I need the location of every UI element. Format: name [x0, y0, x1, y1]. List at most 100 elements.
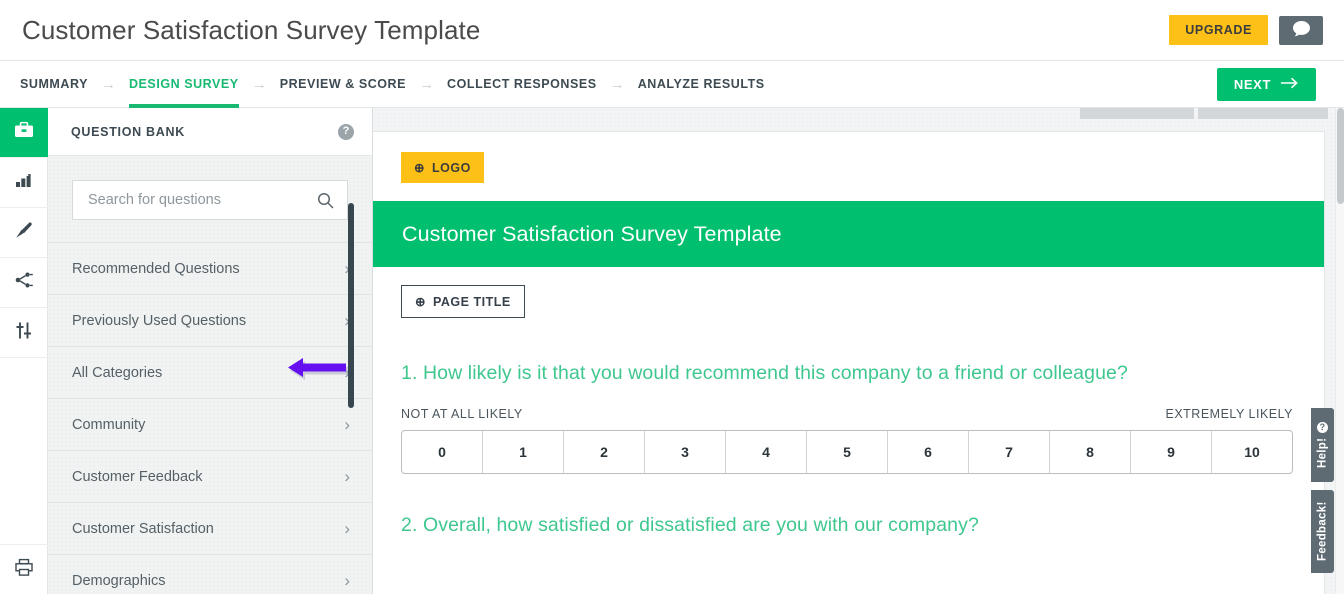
- scale-option-2[interactable]: 2: [564, 431, 645, 473]
- list-item-label: Demographics: [72, 572, 166, 589]
- rail-item-question-bank[interactable]: [0, 108, 48, 158]
- logo-row: ⊕ LOGO: [373, 132, 1324, 183]
- feedback-tab-label: Feedback!: [1316, 501, 1329, 562]
- toolbar-ghost-button: [1198, 108, 1328, 119]
- chevron-right-icon: ›: [344, 415, 350, 434]
- chevron-right-icon: ›: [344, 467, 350, 486]
- scale-option-4[interactable]: 4: [726, 431, 807, 473]
- add-page-title-button-label: PAGE TITLE: [432, 294, 511, 309]
- list-item-label: Community: [72, 416, 146, 433]
- scale-option-8[interactable]: 8: [1050, 431, 1131, 473]
- help-icon[interactable]: ?: [338, 123, 354, 140]
- question-1-text[interactable]: 1. How likely is it that you would recom…: [401, 362, 1324, 385]
- plus-circle-icon: ⊕: [415, 295, 426, 309]
- qbank-row-community[interactable]: Community ›: [48, 399, 372, 451]
- chat-button[interactable]: [1279, 15, 1323, 45]
- scale-option-9[interactable]: 9: [1131, 431, 1212, 473]
- question-bank-list: Recommended Questions › Previously Used …: [48, 242, 372, 594]
- question-2-text[interactable]: 2. Overall, how satisfied or dissatisfie…: [401, 514, 1324, 537]
- next-button[interactable]: NEXT: [1216, 67, 1316, 101]
- search-icon[interactable]: [317, 192, 334, 209]
- survey-sheet: ⊕ LOGO Customer Satisfaction Survey Temp…: [373, 131, 1325, 594]
- top-bar-actions: UPGRADE: [1169, 15, 1323, 45]
- help-tab-label: Help!: [1316, 437, 1329, 469]
- survey-canvas: ⊕ LOGO Customer Satisfaction Survey Temp…: [373, 108, 1344, 594]
- question-1-scale: NOT AT ALL LIKELY EXTREMELY LIKELY 0 1 2…: [401, 407, 1293, 474]
- scale-option-3[interactable]: 3: [645, 431, 726, 473]
- question-bank-title: QUESTION BANK: [71, 124, 185, 139]
- scale-option-10[interactable]: 10: [1212, 431, 1292, 473]
- scale-option-6[interactable]: 6: [888, 431, 969, 473]
- scale-right-label: EXTREMELY LIKELY: [1165, 407, 1293, 421]
- nav-separator-icon: →: [419, 75, 435, 93]
- question-bank-toolbox-icon: [14, 121, 34, 144]
- add-logo-button-label: LOGO: [431, 160, 471, 175]
- page-scrollbar[interactable]: [1335, 108, 1344, 594]
- arrow-right-icon: [1280, 77, 1299, 92]
- question-bank-panel: QUESTION BANK ? Recommended Questions: [48, 108, 373, 594]
- chat-bubble-icon: [1292, 20, 1311, 40]
- rail-item-options[interactable]: [0, 308, 48, 358]
- survey-banner[interactable]: Customer Satisfaction Survey Template: [373, 201, 1324, 267]
- scale-endpoint-labels: NOT AT ALL LIKELY EXTREMELY LIKELY: [401, 407, 1293, 421]
- qbank-row-demographics[interactable]: Demographics ›: [48, 555, 372, 594]
- nav-item-analyze-results[interactable]: ANALYZE RESULTS: [638, 61, 765, 107]
- plus-circle-icon: ⊕: [414, 161, 425, 175]
- list-item-label: Previously Used Questions: [72, 312, 247, 329]
- nav-item-summary[interactable]: SUMMARY: [20, 61, 88, 107]
- qbank-row-recommended-questions[interactable]: Recommended Questions ›: [48, 243, 372, 295]
- page-title: Customer Satisfaction Survey Template: [22, 14, 481, 45]
- list-item-label: All Categories: [72, 364, 163, 381]
- page-scrollbar-thumb[interactable]: [1337, 108, 1344, 204]
- scale-option-7[interactable]: 7: [969, 431, 1050, 473]
- search-input[interactable]: [73, 192, 317, 208]
- rail-item-logic[interactable]: [0, 258, 48, 308]
- search-container: [48, 156, 372, 242]
- printer-icon: [14, 558, 34, 582]
- page-title-row: ⊕ PAGE TITLE: [373, 267, 1324, 318]
- chevron-right-icon: ›: [344, 571, 350, 590]
- question-mark-icon: ?: [1317, 421, 1328, 433]
- nav-item-design-survey[interactable]: DESIGN SURVEY: [128, 61, 239, 108]
- list-item-label: Customer Feedback: [72, 468, 203, 485]
- upgrade-button[interactable]: UPGRADE: [1169, 15, 1268, 45]
- side-tabs: Help! ? Feedback!: [1311, 408, 1334, 573]
- list-item-label: Recommended Questions: [72, 260, 240, 277]
- nps-scale-row: 0 1 2 3 4 5 6 7 8 9 10: [401, 430, 1293, 474]
- qbank-row-previously-used-questions[interactable]: Previously Used Questions ›: [48, 295, 372, 347]
- rail-item-theme[interactable]: [0, 208, 48, 258]
- qbank-row-customer-feedback[interactable]: Customer Feedback ›: [48, 451, 372, 503]
- nav-separator-icon: →: [100, 75, 116, 93]
- workflow-nav-items: SUMMARY → DESIGN SURVEY → PREVIEW & SCOR…: [20, 61, 765, 108]
- nav-item-collect-responses[interactable]: COLLECT RESPONSES: [447, 61, 597, 107]
- toolbar-ghost-button: [1080, 108, 1194, 119]
- qbank-row-all-categories[interactable]: All Categories ›: [48, 347, 372, 399]
- feedback-tab[interactable]: Feedback!: [1311, 490, 1334, 573]
- branching-logic-icon: [14, 271, 34, 294]
- survey-banner-title: Customer Satisfaction Survey Template: [402, 221, 782, 246]
- qbank-row-customer-satisfaction[interactable]: Customer Satisfaction ›: [48, 503, 372, 555]
- nav-separator-icon: →: [609, 75, 625, 93]
- sliders-options-icon: [14, 321, 34, 345]
- rail-item-print[interactable]: [0, 544, 48, 594]
- chevron-right-icon: ›: [344, 519, 350, 538]
- paintbrush-icon: [14, 221, 34, 245]
- workflow-nav: SUMMARY → DESIGN SURVEY → PREVIEW & SCOR…: [0, 61, 1344, 108]
- question-bank-scrollbar-thumb[interactable]: [348, 203, 354, 408]
- list-item-label: Customer Satisfaction: [72, 520, 214, 537]
- add-logo-button[interactable]: ⊕ LOGO: [401, 152, 484, 183]
- scale-option-0[interactable]: 0: [402, 431, 483, 473]
- next-button-label: NEXT: [1233, 76, 1271, 92]
- search-box[interactable]: [72, 180, 348, 220]
- add-page-title-button[interactable]: ⊕ PAGE TITLE: [401, 285, 525, 318]
- question-bank-body: Recommended Questions › Previously Used …: [48, 156, 372, 594]
- nav-item-preview-score[interactable]: PREVIEW & SCORE: [280, 61, 406, 107]
- app-root: Customer Satisfaction Survey Template UP…: [0, 0, 1344, 594]
- tool-rail: [0, 108, 48, 594]
- bar-chart-icon: [15, 171, 34, 194]
- scale-option-5[interactable]: 5: [807, 431, 888, 473]
- help-tab[interactable]: Help! ?: [1311, 408, 1334, 482]
- scale-option-1[interactable]: 1: [483, 431, 564, 473]
- rail-item-charts[interactable]: [0, 158, 48, 208]
- nav-separator-icon: →: [251, 75, 267, 93]
